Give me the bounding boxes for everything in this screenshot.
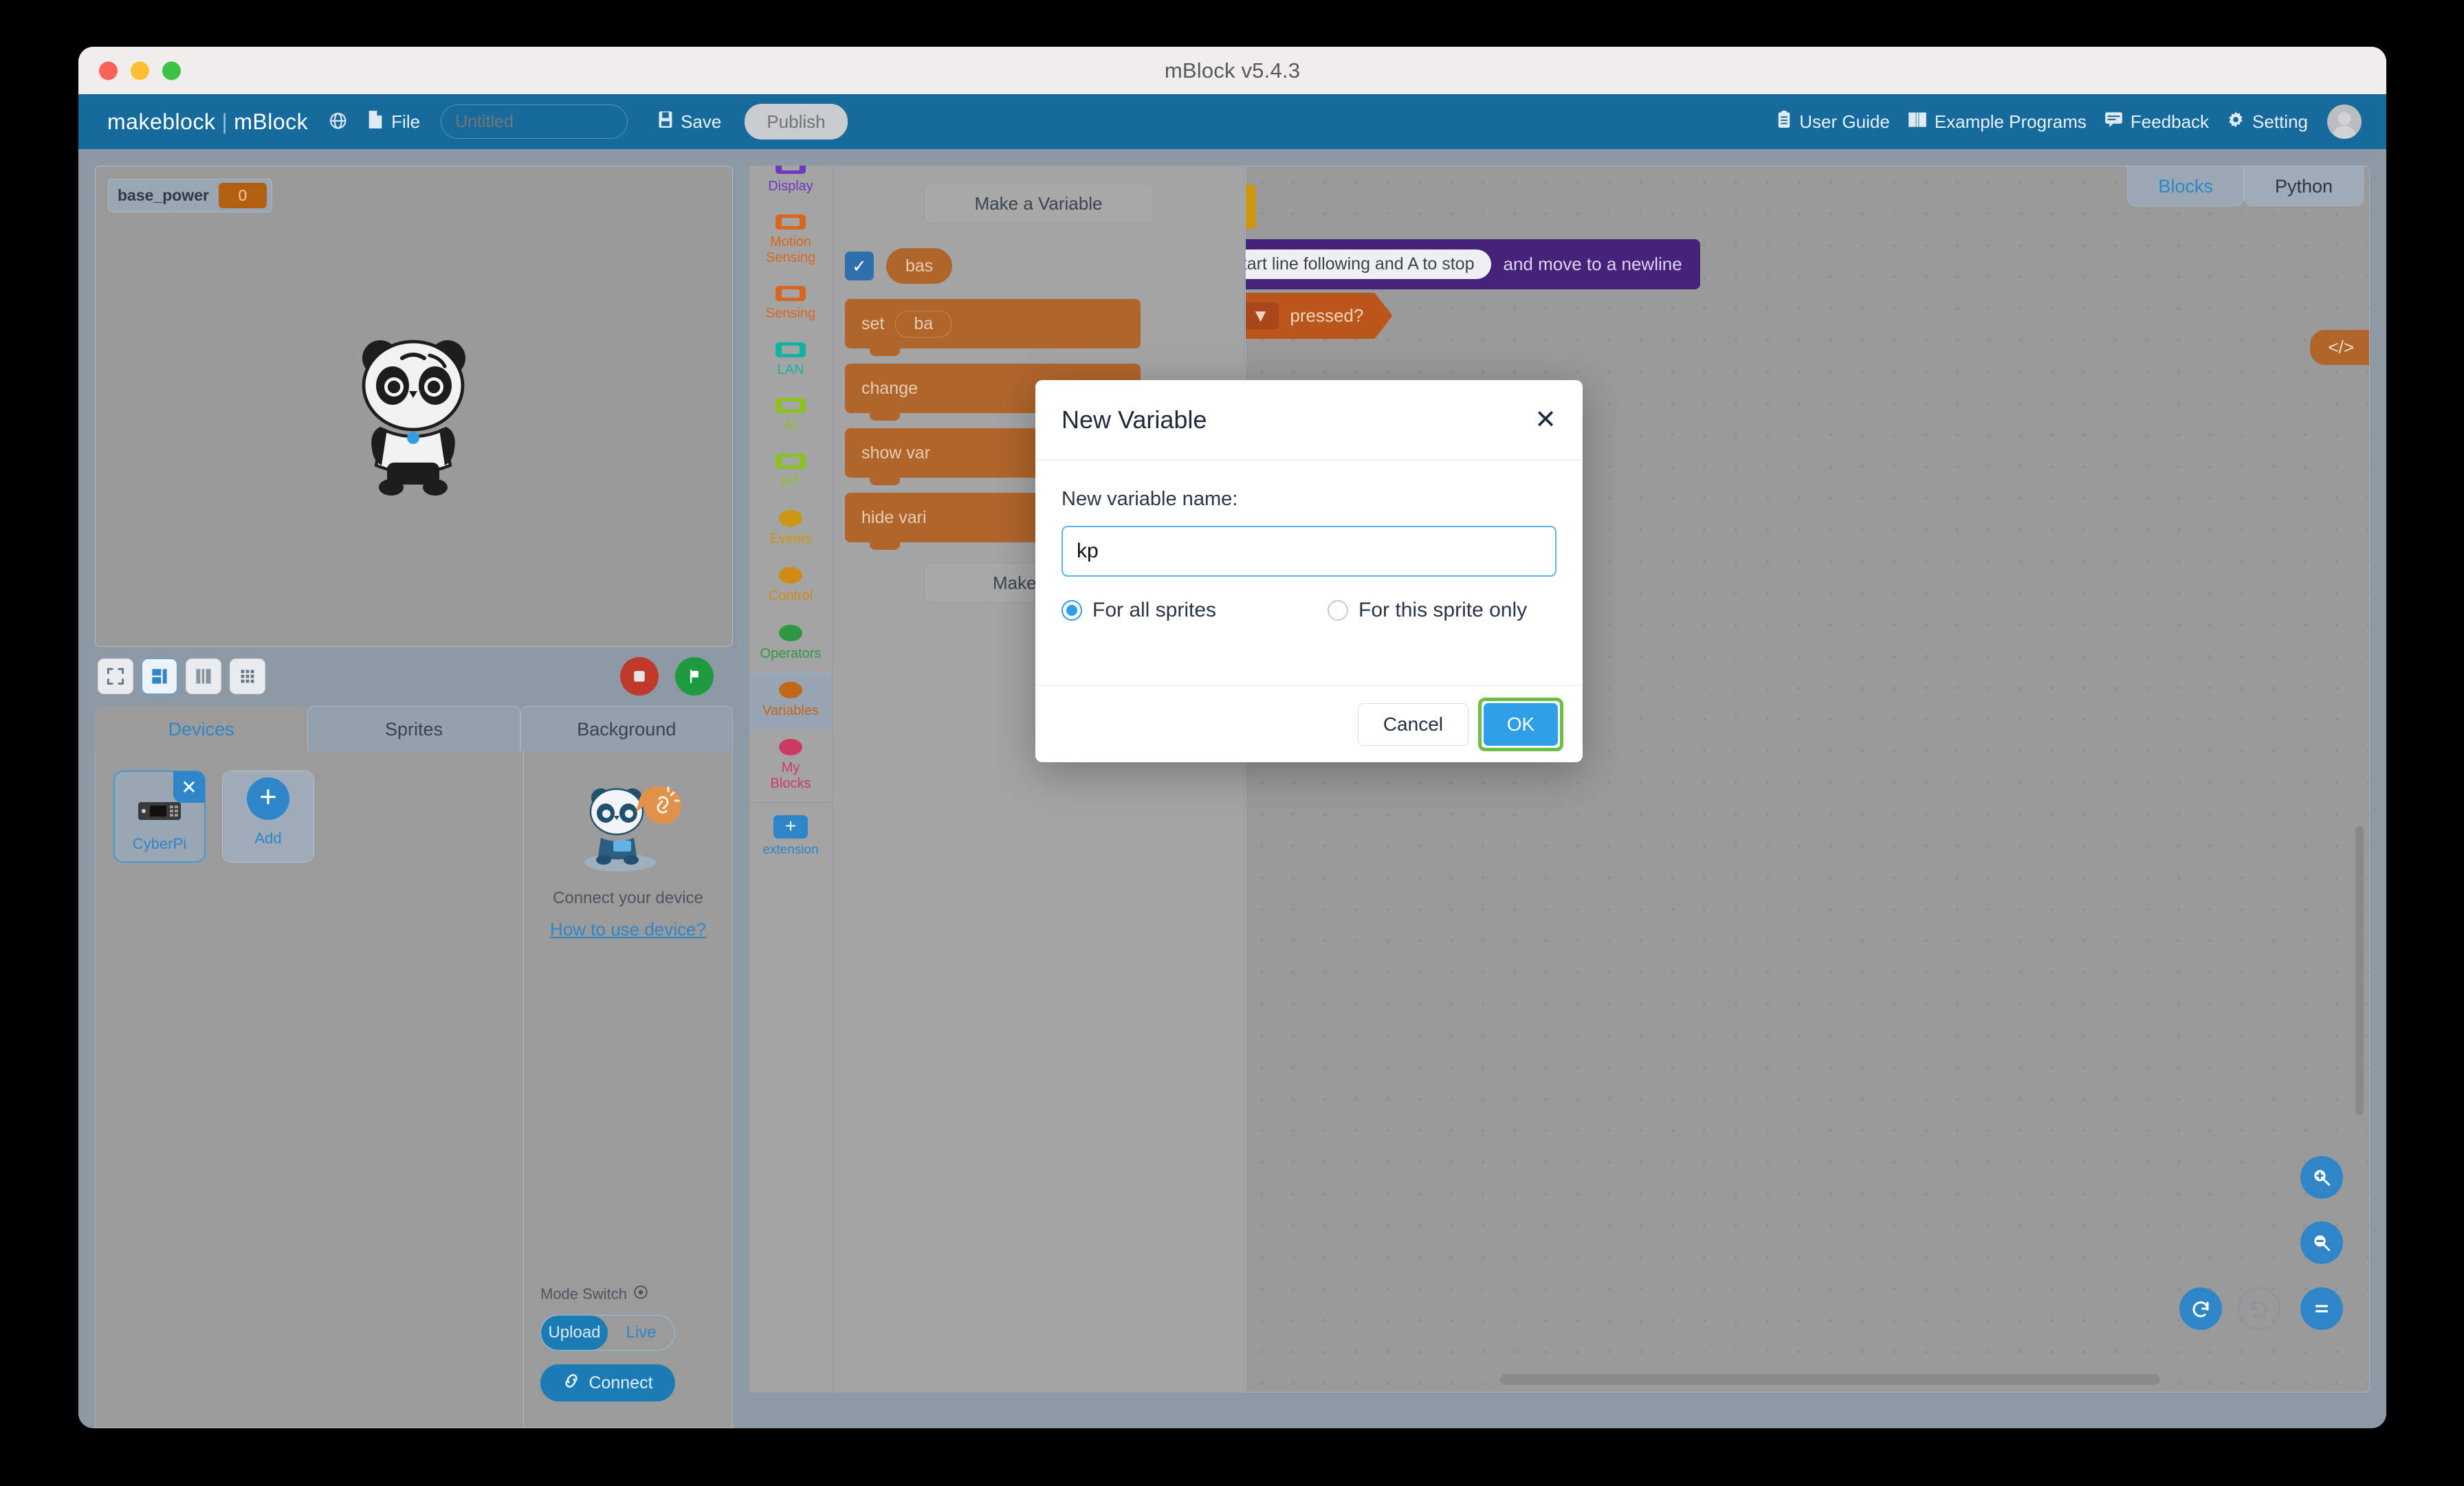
example-programs-label: Example Programs bbox=[1934, 111, 2087, 132]
new-variable-dialog: New Variable ✕ New variable name: For al… bbox=[1035, 380, 1583, 762]
cancel-button[interactable]: Cancel bbox=[1357, 702, 1468, 746]
file-icon bbox=[367, 110, 384, 134]
globe-icon[interactable] bbox=[329, 111, 349, 132]
brand-makeblock: makeblock bbox=[107, 109, 216, 134]
save-icon bbox=[658, 111, 673, 133]
radio-this-sprite[interactable] bbox=[1328, 600, 1349, 621]
user-guide-label: User Guide bbox=[1799, 111, 1890, 132]
setting-button[interactable]: Setting bbox=[2227, 111, 2308, 133]
setting-label: Setting bbox=[2252, 111, 2308, 132]
close-icon[interactable]: ✕ bbox=[1534, 407, 1556, 433]
main-toolbar: makeblock|mBlock File Save Publish bbox=[78, 94, 2386, 149]
brand-separator: | bbox=[221, 109, 228, 134]
ok-button-highlight: OK bbox=[1478, 697, 1563, 751]
file-label: File bbox=[391, 111, 421, 132]
minimize-window-button[interactable] bbox=[131, 61, 149, 80]
ok-button[interactable]: OK bbox=[1484, 702, 1558, 746]
dialog-header: New Variable ✕ bbox=[1035, 380, 1583, 461]
save-button[interactable]: Save bbox=[658, 111, 721, 133]
close-window-button[interactable] bbox=[99, 61, 118, 80]
scope-option-all-sprites[interactable]: For all sprites bbox=[1062, 599, 1216, 622]
app-body: base_power 0 Devices Sprites Background … bbox=[78, 149, 2386, 1428]
app-window: mBlock v5.4.3 makeblock|mBlock File Save… bbox=[78, 47, 2386, 1428]
scope-all-label: For all sprites bbox=[1092, 599, 1217, 621]
window-titlebar: mBlock v5.4.3 bbox=[78, 47, 2386, 94]
project-name-input[interactable] bbox=[441, 104, 628, 139]
traffic-lights bbox=[99, 61, 181, 80]
scope-option-this-sprite[interactable]: For this sprite only bbox=[1328, 599, 1527, 622]
publish-button[interactable]: Publish bbox=[745, 104, 848, 140]
gear-icon bbox=[2227, 111, 2245, 133]
dialog-body: New variable name: For all sprites For t… bbox=[1035, 461, 1583, 685]
window-title: mBlock v5.4.3 bbox=[1164, 58, 1301, 82]
scope-this-label: For this sprite only bbox=[1358, 599, 1528, 621]
file-menu[interactable]: File bbox=[367, 110, 420, 134]
maximize-window-button[interactable] bbox=[162, 61, 181, 80]
dialog-footer: Cancel OK bbox=[1035, 685, 1583, 762]
new-variable-name-input[interactable] bbox=[1062, 526, 1556, 577]
radio-all-sprites[interactable] bbox=[1062, 600, 1082, 621]
feedback-label: Feedback bbox=[2130, 111, 2210, 132]
clipboard-icon bbox=[1776, 110, 1792, 133]
new-variable-name-label: New variable name: bbox=[1062, 488, 1238, 510]
save-label: Save bbox=[681, 111, 722, 132]
makeblock-mblock-logo[interactable]: makeblock | mBlock bbox=[107, 109, 308, 135]
feedback-button[interactable]: Feedback bbox=[2104, 111, 2209, 133]
modal-overlay: New Variable ✕ New variable name: For al… bbox=[78, 149, 2386, 1428]
book-icon bbox=[1908, 111, 1927, 133]
example-programs-button[interactable]: Example Programs bbox=[1908, 111, 2087, 133]
avatar[interactable] bbox=[2327, 104, 2362, 139]
brand-mblock: mBlock bbox=[234, 109, 309, 134]
message-icon bbox=[2104, 111, 2123, 133]
variable-scope-options: For all sprites For this sprite only bbox=[1062, 599, 1556, 622]
dialog-title: New Variable bbox=[1062, 406, 1207, 434]
user-guide-button[interactable]: User Guide bbox=[1776, 110, 1890, 133]
